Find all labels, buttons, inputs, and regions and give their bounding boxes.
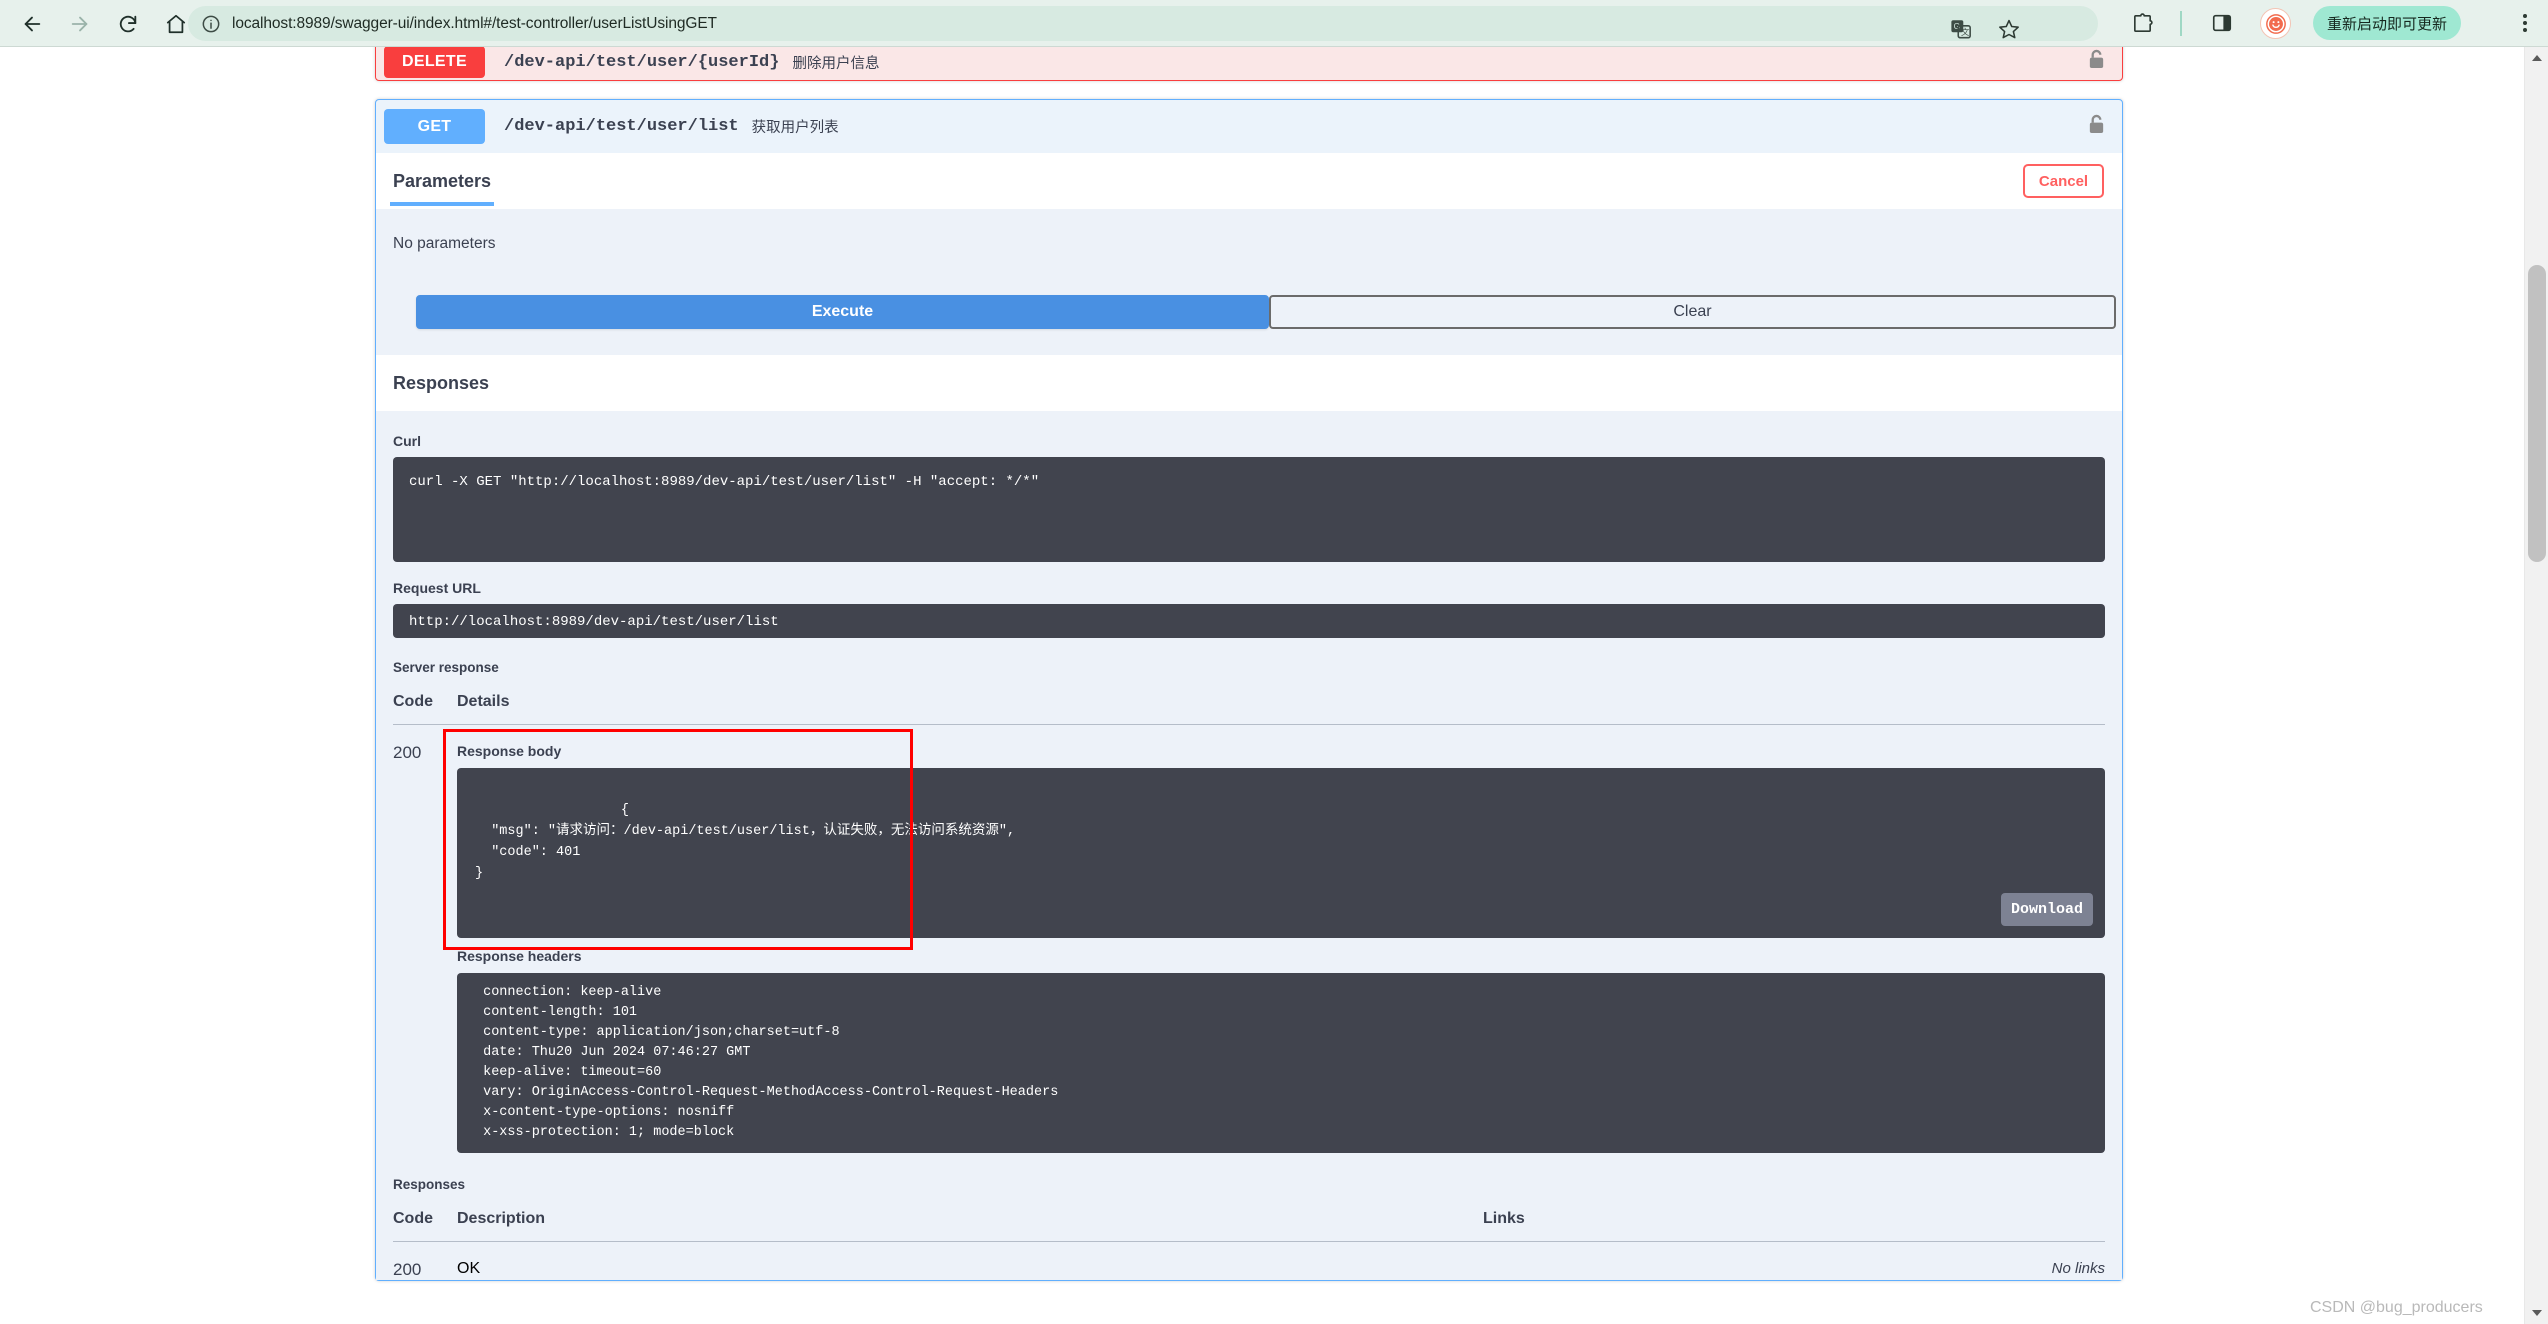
operation-get-user-list[interactable]: GET /dev-api/test/user/list 获取用户列表 Param… [375,99,2123,1281]
address-bar-url[interactable]: localhost:8989/swagger-ui/index.html#/te… [232,15,717,33]
kebab-dot [2523,28,2527,32]
cancel-button[interactable]: Cancel [2023,164,2104,198]
reload-button[interactable] [108,4,148,44]
declared-responses-table: Code Description Links 200 OK No links [393,1202,2105,1280]
forward-arrow-icon [69,13,91,35]
side-panel-icon[interactable] [2205,6,2239,40]
declared-responses-title: Responses [393,1177,2105,1192]
translate-icon[interactable]: G文 [1944,12,1978,46]
chevron-down-icon [2532,1310,2542,1316]
column-header-details: Details [457,685,2105,725]
column-header-code: Code [393,1202,457,1242]
kebab-dot [2523,21,2527,25]
operation-summary-text: 获取用户列表 [752,116,839,137]
table-row: 200 OK No links [393,1242,2105,1281]
response-headers-block: connection: keep-alive content-length: 1… [457,973,2105,1153]
operation-delete-user[interactable]: DELETE /dev-api/test/user/{userId} 删除用户信… [375,47,2123,81]
column-header-code: Code [393,685,457,725]
restart-to-update-label: 重新启动即可更新 [2327,13,2447,34]
reload-icon [117,13,139,35]
operation-body: Parameters Cancel No parameters Execute … [376,153,2122,1280]
forward-button[interactable] [60,4,100,44]
toolbar-divider [2180,11,2182,36]
declared-response-description: OK [457,1242,1483,1281]
operation-summary[interactable]: DELETE /dev-api/test/user/{userId} 删除用户信… [376,47,2122,82]
watermark-text: CSDN @bug_producers [2310,1299,2483,1317]
unlock-icon[interactable] [2087,48,2106,76]
scrollbar-down-button[interactable] [2525,1302,2548,1324]
server-response-table: Code Details 200 Response body { "msg": … [393,685,2105,1153]
table-header-row: Code Description Links [393,1202,2105,1242]
column-header-description: Description [457,1202,1483,1242]
back-arrow-icon [21,13,43,35]
address-bar[interactable]: localhost:8989/swagger-ui/index.html#/te… [188,6,2098,41]
operation-summary-text: 删除用户信息 [792,52,879,73]
bookmark-star-icon[interactable] [1992,12,2026,46]
chevron-up-icon [2532,55,2542,61]
no-links-text: No links [2052,1260,2105,1277]
response-details-cell: Response body { "msg": "请求访问：/dev-api/te… [457,725,2105,1154]
back-button[interactable] [12,4,52,44]
download-button[interactable]: Download [2001,893,2093,926]
parameters-tab-row: Parameters Cancel [376,153,2122,209]
unlock-icon[interactable] [2087,113,2106,141]
response-headers-label: Response headers [457,948,2105,964]
operation-path: /dev-api/test/user/list [504,117,739,136]
browser-toolbar: localhost:8989/swagger-ui/index.html#/te… [0,0,2548,47]
home-icon [165,13,187,35]
response-body-json: { "msg": "请求访问：/dev-api/test/user/list，认… [475,803,1015,881]
scrollbar-thumb[interactable] [2528,265,2546,562]
site-info-icon[interactable] [200,13,222,35]
page-content: DELETE /dev-api/test/user/{userId} 删除用户信… [0,47,2548,1324]
operation-path: /dev-api/test/user/{userId} [504,53,779,72]
tab-parameters[interactable]: Parameters [393,153,491,209]
chrome-menu-button[interactable] [2510,6,2540,40]
response-status-code: 200 [393,725,457,1154]
request-url-block: http://localhost:8989/dev-api/test/user/… [393,604,2105,638]
server-response-label: Server response [393,660,2105,675]
kebab-dot [2523,14,2527,18]
status-code-value: 200 [393,1260,421,1279]
response-body-label: Response body [457,743,2105,759]
extensions-puzzle-icon[interactable] [2125,6,2159,40]
operation-summary[interactable]: GET /dev-api/test/user/list 获取用户列表 [376,100,2122,153]
restart-to-update-button[interactable]: 重新启动即可更新 [2313,6,2461,40]
scrollbar-up-button[interactable] [2525,47,2548,69]
profile-avatar[interactable] [2260,8,2291,39]
execute-clear-row: Execute Clear [376,253,2122,355]
page-scrollbar[interactable] [2524,47,2548,1324]
method-badge-get: GET [384,109,485,144]
method-badge-delete: DELETE [384,47,485,78]
declared-response-code: 200 [393,1242,457,1281]
table-row: 200 Response body { "msg": "请求访问：/dev-ap… [393,725,2105,1154]
responses-section-header: Responses [376,355,2122,411]
request-url-label: Request URL [393,580,2105,596]
responses-title: Responses [393,373,489,394]
swagger-operations-area: DELETE /dev-api/test/user/{userId} 删除用户信… [375,47,2123,1299]
status-code-value: 200 [393,743,421,762]
declared-response-links: No links [1483,1242,2105,1281]
curl-label: Curl [393,433,2105,449]
table-header-row: Code Details [393,685,2105,725]
responses-section-body: Curl curl -X GET "http://localhost:8989/… [376,411,2122,1280]
response-body-block[interactable]: { "msg": "请求访问：/dev-api/test/user/list，认… [457,768,2105,938]
column-header-links: Links [1483,1202,2105,1242]
clear-button[interactable]: Clear [1269,295,2116,329]
curl-command-block[interactable]: curl -X GET "http://localhost:8989/dev-a… [393,457,2105,562]
svg-text:文: 文 [1961,27,1969,37]
execute-button[interactable]: Execute [416,295,1269,329]
no-parameters-text: No parameters [376,209,2122,253]
parameters-section: No parameters Execute Clear [376,209,2122,355]
